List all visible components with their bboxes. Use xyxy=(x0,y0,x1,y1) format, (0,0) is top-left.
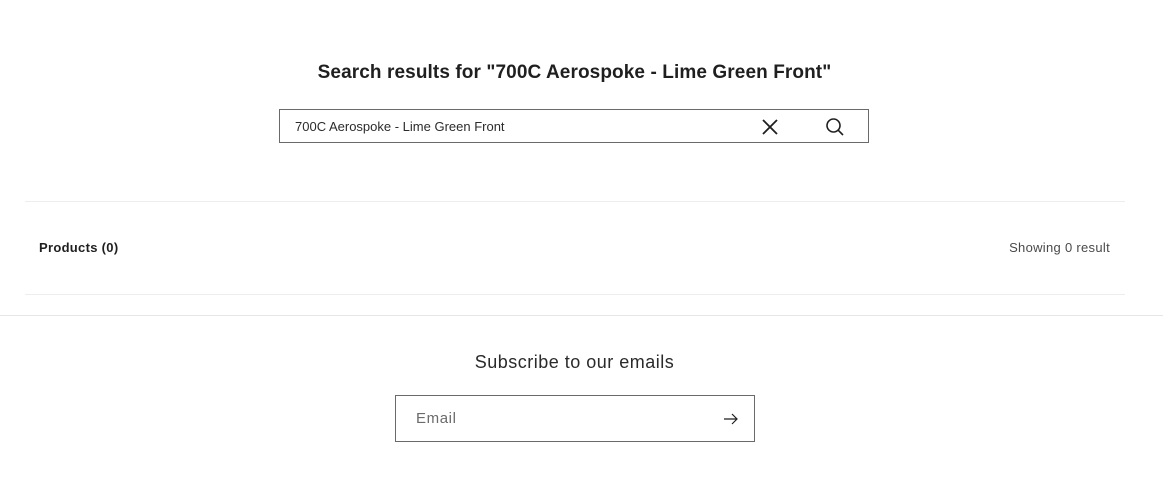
search-icon xyxy=(826,118,844,136)
search-submit-button[interactable] xyxy=(823,115,847,139)
results-divider-top xyxy=(25,201,1125,202)
newsletter-title: Subscribe to our emails xyxy=(474,352,675,372)
search-form xyxy=(279,109,869,143)
newsletter-form xyxy=(395,395,755,442)
email-field[interactable] xyxy=(416,396,706,441)
search-input[interactable] xyxy=(295,110,735,142)
page-title: Search results for "700C Aerospoke - Lim… xyxy=(317,62,832,83)
arrow-right-icon xyxy=(724,413,738,425)
subscribe-button[interactable] xyxy=(720,408,742,430)
search-page: Search results for "700C Aerospoke - Lim… xyxy=(0,0,1163,492)
close-icon xyxy=(762,119,778,135)
clear-search-button[interactable] xyxy=(758,115,782,139)
results-count-text: Showing 0 result xyxy=(1009,240,1110,255)
products-count-label: Products (0) xyxy=(39,240,119,255)
footer-divider xyxy=(0,315,1163,316)
results-divider-bottom xyxy=(25,294,1125,295)
